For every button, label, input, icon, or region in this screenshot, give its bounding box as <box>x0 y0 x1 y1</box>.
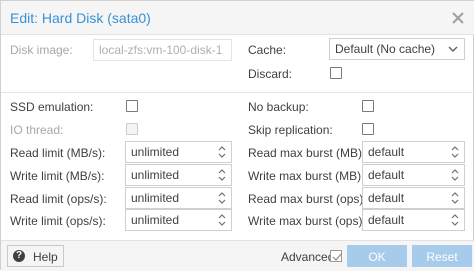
checkmark-icon <box>332 253 342 262</box>
disk-image-field: local-zfs:vm-100-disk-1 <box>93 39 232 61</box>
chevron-down-icon[interactable] <box>448 45 458 53</box>
discard-checkbox[interactable] <box>330 67 342 79</box>
close-button[interactable] <box>450 10 466 26</box>
skip-replication-label: Skip replication: <box>248 123 333 137</box>
ok-button-label: OK <box>368 250 386 264</box>
skip-replication-checkbox[interactable] <box>362 123 374 135</box>
spinner-icon[interactable] <box>217 167 227 183</box>
write-limit-mb-label: Write limit (MB/s): <box>10 169 105 183</box>
reset-button[interactable]: Reset <box>412 245 472 267</box>
section-divider <box>1 92 474 93</box>
reset-button-label: Reset <box>426 250 458 264</box>
disk-image-value: local-zfs:vm-100-disk-1 <box>99 43 223 57</box>
dialog-titlebar: Edit: Hard Disk (sata0) <box>1 1 474 35</box>
read-max-burst-mb-label: Read max burst (MB): <box>248 146 366 160</box>
cache-label: Cache: <box>248 43 287 57</box>
read-limit-ops-value: unlimited <box>131 191 180 205</box>
read-max-burst-mb-value: default <box>368 145 405 159</box>
read-max-burst-mb-field[interactable]: default <box>362 141 465 163</box>
no-backup-label: No backup: <box>248 100 309 114</box>
read-limit-mb-label: Read limit (MB/s): <box>10 146 106 160</box>
spinner-icon[interactable] <box>217 212 227 228</box>
close-icon <box>452 12 464 24</box>
spinner-icon[interactable] <box>450 190 460 206</box>
write-limit-mb-field[interactable]: unlimited <box>125 164 232 186</box>
no-backup-checkbox[interactable] <box>362 100 374 112</box>
io-thread-label: IO thread: <box>10 123 64 137</box>
cache-select[interactable]: Default (No cache) <box>329 38 465 60</box>
write-max-burst-ops-field[interactable]: default <box>362 209 465 231</box>
write-max-burst-ops-value: default <box>368 213 405 227</box>
spinner-icon[interactable] <box>450 212 460 228</box>
discard-label: Discard: <box>248 67 293 81</box>
read-limit-ops-field[interactable]: unlimited <box>125 187 232 209</box>
spinner-icon[interactable] <box>217 144 227 160</box>
read-max-burst-ops-field[interactable]: default <box>362 187 465 209</box>
io-thread-checkbox[interactable] <box>126 123 138 135</box>
write-max-burst-mb-field[interactable]: default <box>362 164 465 186</box>
ok-button[interactable]: OK <box>347 245 407 267</box>
dialog-title: Edit: Hard Disk (sata0) <box>10 10 151 26</box>
spinner-icon[interactable] <box>450 144 460 160</box>
disk-image-label: Disk image: <box>10 43 73 57</box>
help-icon: ? <box>13 250 25 262</box>
write-limit-mb-value: unlimited <box>131 168 180 182</box>
ssd-emulation-checkbox[interactable] <box>126 100 138 112</box>
help-button[interactable]: ? Help <box>7 245 64 267</box>
advanced-checkbox[interactable] <box>330 250 342 262</box>
write-max-burst-ops-label: Write max burst (ops): <box>248 214 366 228</box>
read-max-burst-ops-label: Read max burst (ops): <box>248 192 367 206</box>
help-button-label: Help <box>33 250 58 264</box>
spinner-icon[interactable] <box>217 190 227 206</box>
read-limit-mb-value: unlimited <box>131 145 180 159</box>
write-max-burst-mb-label: Write max burst (MB): <box>248 169 365 183</box>
write-limit-ops-value: unlimited <box>131 213 180 227</box>
dialog-footer: ? Help Advanced OK Reset <box>1 240 474 271</box>
advanced-label: Advanced <box>281 250 335 264</box>
write-limit-ops-label: Write limit (ops/s): <box>10 214 106 228</box>
cache-value: Default (No cache) <box>335 42 436 56</box>
read-limit-ops-label: Read limit (ops/s): <box>10 192 107 206</box>
write-limit-ops-field[interactable]: unlimited <box>125 209 232 231</box>
ssd-emulation-label: SSD emulation: <box>10 100 94 114</box>
edit-hard-disk-dialog: Edit: Hard Disk (sata0) Disk image: loca… <box>0 0 474 271</box>
spinner-icon[interactable] <box>450 167 460 183</box>
read-limit-mb-field[interactable]: unlimited <box>125 141 232 163</box>
write-max-burst-mb-value: default <box>368 168 405 182</box>
read-max-burst-ops-value: default <box>368 191 405 205</box>
